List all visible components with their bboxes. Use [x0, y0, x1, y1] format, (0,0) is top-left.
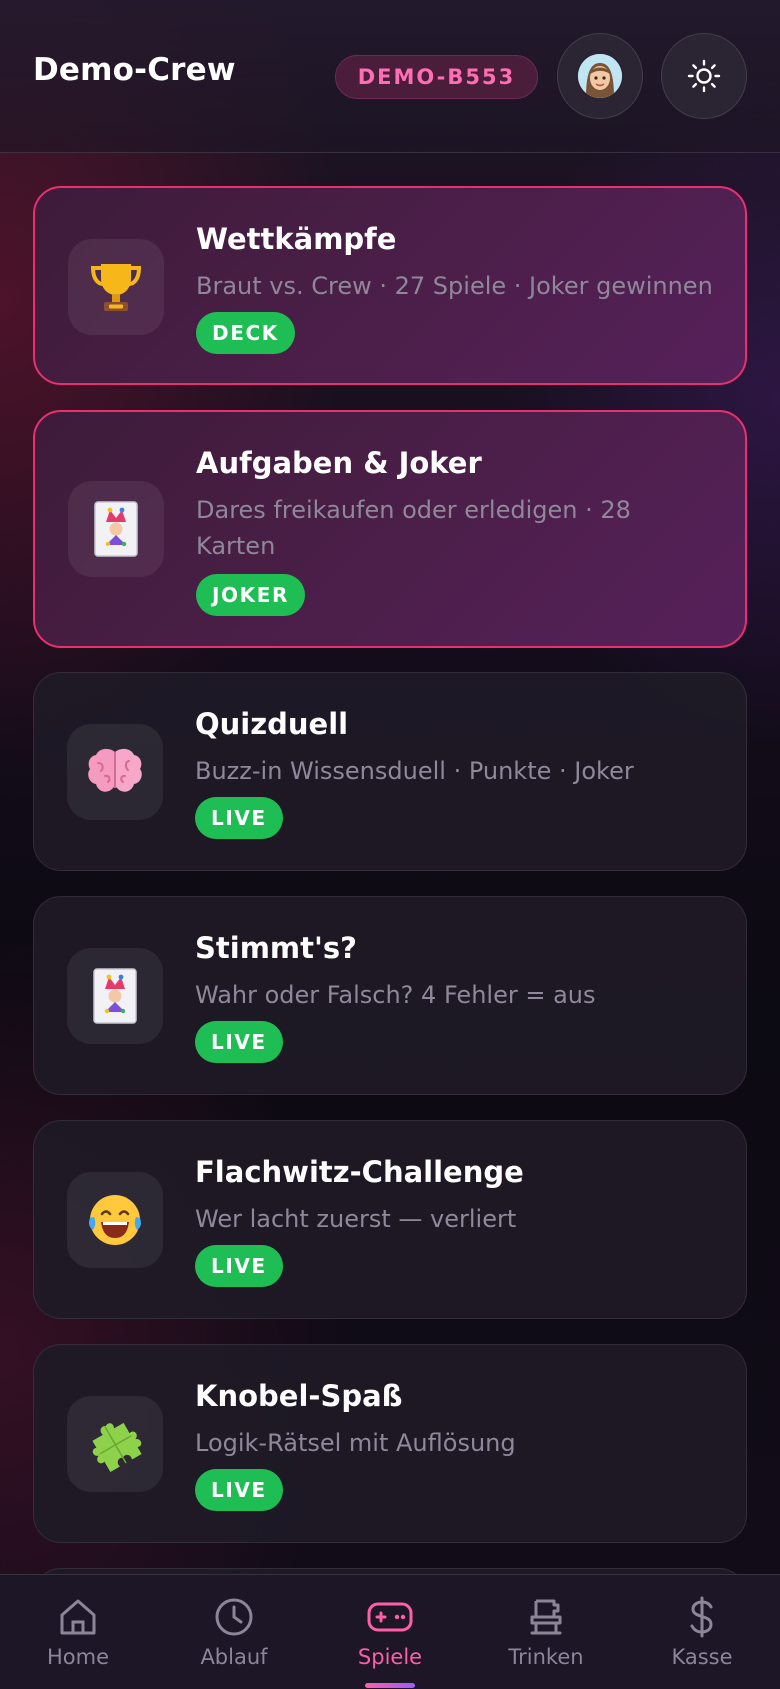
game-title: Aufgaben & Joker [196, 446, 482, 480]
puzzle-icon [67, 1396, 163, 1492]
status-badge: LIVE [195, 1469, 283, 1511]
bottom-nav: Home Ablauf Spiele Trinken Kasse [0, 1574, 780, 1689]
joker-card-icon [68, 481, 164, 577]
game-card-stimmts[interactable]: Stimmt's? Wahr oder Falsch? 4 Fehler = a… [33, 896, 747, 1095]
nav-item-trinken[interactable]: Trinken [468, 1575, 624, 1689]
nav-item-kasse[interactable]: Kasse [624, 1575, 780, 1689]
game-subtitle: Buzz-in Wissensduell · Punkte · Joker [195, 757, 634, 785]
game-card-quizduell[interactable]: Quizduell Buzz-in Wissensduell · Punkte … [33, 672, 747, 871]
nav-item-ablauf[interactable]: Ablauf [156, 1575, 312, 1689]
nav-label: Spiele [357, 1645, 423, 1669]
game-subtitle: Wer lacht zuerst — verliert [195, 1205, 517, 1233]
nav-label: Kasse [671, 1645, 733, 1669]
laughing-face-icon [67, 1172, 163, 1268]
sun-icon [687, 59, 721, 93]
joker-card-icon [67, 948, 163, 1044]
crew-code-badge[interactable]: DEMO-B553 [335, 55, 538, 99]
dollar-icon [690, 1596, 713, 1638]
status-badge: JOKER [196, 574, 306, 616]
game-card-flachwitz[interactable]: Flachwitz-Challenge Wer lacht zuerst — v… [33, 1120, 747, 1319]
game-subtitle: Wahr oder Falsch? 4 Fehler = aus [195, 981, 596, 1009]
game-title: Flachwitz-Challenge [195, 1155, 524, 1189]
game-subtitle: Braut vs. Crew · 27 Spiele · Joker gewin… [196, 272, 713, 300]
brain-icon [67, 724, 163, 820]
app-header: Demo-Crew DEMO-B553 [0, 0, 780, 153]
nav-item-home[interactable]: Home [0, 1575, 156, 1689]
game-card-wettkaempfe[interactable]: Wettkämpfe Braut vs. Crew · 27 Spiele · … [33, 186, 747, 385]
home-icon [60, 1599, 96, 1635]
status-badge: LIVE [195, 1021, 283, 1063]
game-title: Quizduell [195, 707, 349, 741]
game-title: Wettkämpfe [196, 222, 397, 256]
nav-label: Ablauf [200, 1645, 268, 1669]
game-title: Knobel-Spaß [195, 1379, 403, 1413]
theme-toggle-button[interactable] [661, 33, 747, 119]
game-subtitle: Dares freikaufen oder erledigen · 28 Kar… [196, 496, 631, 560]
game-title: Stimmt's? [195, 931, 357, 965]
game-subtitle: Logik-Rätsel mit Auflösung [195, 1429, 516, 1457]
active-tab-indicator [365, 1683, 415, 1688]
status-badge: LIVE [195, 1245, 283, 1287]
drink-icon [530, 1599, 562, 1635]
nav-label: Trinken [508, 1645, 584, 1669]
trophy-icon [68, 239, 164, 335]
avatar-icon [578, 54, 622, 98]
game-card-aufgaben-joker[interactable]: Aufgaben & Joker Dares freikaufen oder e… [33, 410, 747, 648]
profile-button[interactable] [557, 33, 643, 119]
nav-item-spiele[interactable]: Spiele [312, 1575, 468, 1689]
clock-icon [215, 1598, 253, 1636]
page-title: Demo-Crew [33, 52, 236, 88]
gamepad-icon [367, 1602, 413, 1632]
game-card-knobel[interactable]: Knobel-Spaß Logik-Rätsel mit Auflösung L… [33, 1344, 747, 1543]
status-badge: LIVE [195, 797, 283, 839]
nav-label: Home [46, 1645, 109, 1669]
status-badge: DECK [196, 312, 295, 354]
